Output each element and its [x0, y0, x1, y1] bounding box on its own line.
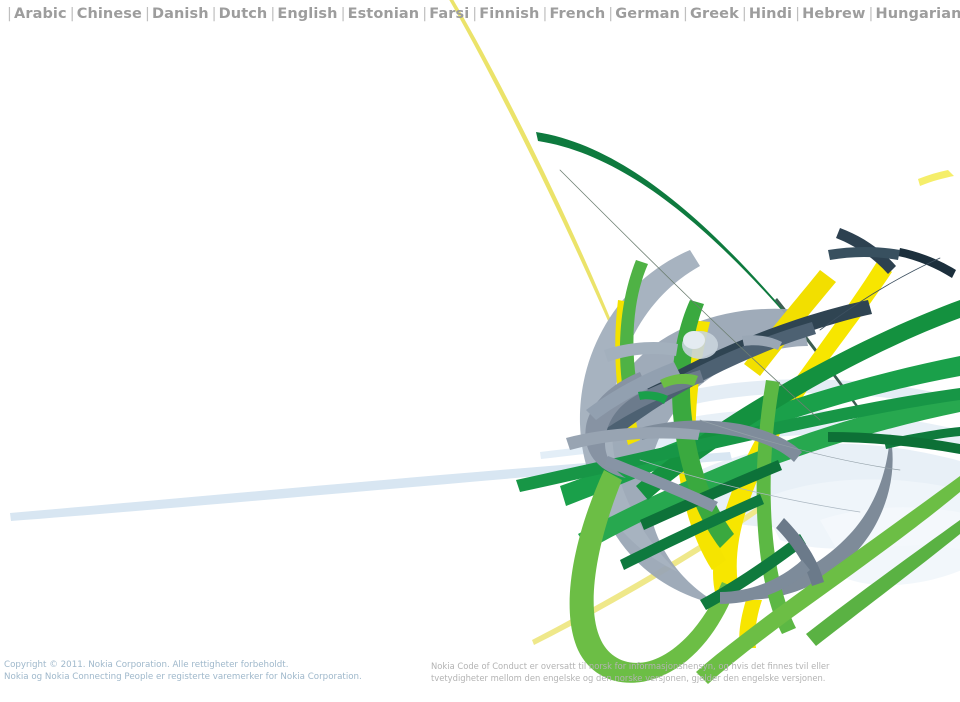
disclaimer-line-2: tvetydigheter mellom den engelske og den… [431, 672, 826, 683]
green-ribbons [516, 260, 960, 684]
pale-blue-streak [10, 452, 732, 521]
language-separator: | [69, 6, 75, 22]
language-link-danish[interactable]: Danish [152, 6, 209, 22]
core-highlights [638, 331, 782, 404]
pale-blue-washes [640, 379, 960, 586]
language-link-arabic[interactable]: Arabic [14, 6, 67, 22]
language-separator: | [795, 6, 801, 22]
language-selector[interactable]: | Arabic | Chinese | Danish | Dutch | English | Est… [0, 0, 960, 24]
background-artwork [10, 0, 960, 684]
language-separator: | [422, 6, 428, 22]
language-link-greek[interactable]: Greek [690, 6, 739, 22]
copyright-line-2: Nokia og Nokia Connecting People er regi… [4, 671, 362, 682]
dark-green-arc [536, 132, 816, 352]
language-link-farsi[interactable]: Farsi [429, 6, 469, 22]
hairlines [559, 169, 941, 513]
slate-ring [579, 250, 893, 606]
language-link-english[interactable]: English [277, 6, 337, 22]
language-separator: | [682, 6, 688, 22]
language-link-french[interactable]: French [549, 6, 605, 22]
language-link-chinese[interactable]: Chinese [77, 6, 142, 22]
yellow-thin-top [449, 0, 615, 330]
translation-disclaimer: Nokia Code of Conduct er oversatt til no… [431, 661, 830, 684]
language-separator: | [340, 6, 346, 22]
language-separator: | [211, 6, 217, 22]
language-link-dutch[interactable]: Dutch [219, 6, 268, 22]
language-link-hebrew[interactable]: Hebrew [802, 6, 865, 22]
language-link-estonian[interactable]: Estonian [348, 6, 420, 22]
language-separator: | [270, 6, 276, 22]
language-link-hungarian[interactable]: Hungarian [875, 6, 960, 22]
language-separator: | [472, 6, 478, 22]
yellow-ribbons [615, 170, 954, 648]
language-link-finnish[interactable]: Finnish [479, 6, 539, 22]
yellow-thin-bottom [532, 505, 762, 645]
language-separator: | [741, 6, 747, 22]
language-separator: | [608, 6, 614, 22]
slate-ribbons [566, 228, 956, 604]
language-separator: | [542, 6, 548, 22]
language-link-german[interactable]: German [615, 6, 680, 22]
language-separator: | [144, 6, 150, 22]
language-link-hindi[interactable]: Hindi [749, 6, 792, 22]
dark-green-arc-tail [775, 298, 864, 415]
language-separator: | [7, 6, 12, 22]
pale-blue-streak-2 [540, 424, 880, 459]
language-separator: | [868, 6, 874, 22]
disclaimer-line-1: Nokia Code of Conduct er oversatt til no… [431, 661, 830, 671]
copyright-notice: Copyright © 2011. Nokia Corporation. All… [4, 660, 362, 683]
copyright-line-1: Copyright © 2011. Nokia Corporation. All… [4, 660, 289, 670]
footer: Copyright © 2011. Nokia Corporation. All… [0, 656, 960, 702]
